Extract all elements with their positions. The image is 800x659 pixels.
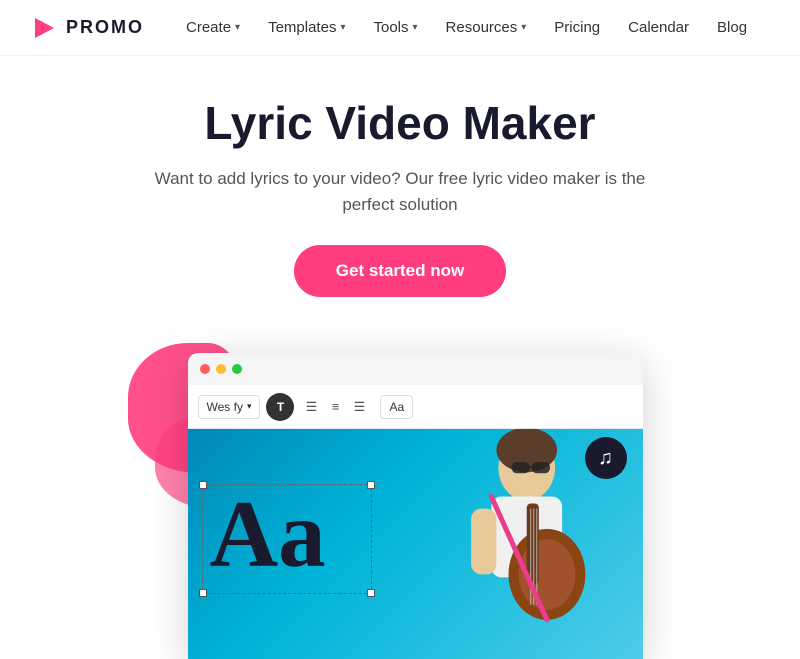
- browser-bar: [188, 353, 643, 385]
- browser-window: Wes fy ▾ T ☰ ≡ ☰ Aa: [188, 353, 643, 659]
- page-title: Lyric Video Maker: [204, 96, 595, 150]
- font-selector[interactable]: Wes fy ▾: [198, 395, 261, 419]
- browser-dot-minimize: [216, 364, 226, 374]
- chevron-down-icon: ▾: [340, 22, 345, 33]
- nav-item-calendar[interactable]: Calendar: [616, 13, 701, 42]
- nav-item-pricing[interactable]: Pricing: [542, 13, 612, 42]
- align-center-button[interactable]: ≡: [324, 396, 346, 418]
- nav-menu: Create ▾ Templates ▾ Tools ▾ Resources ▾…: [174, 13, 759, 42]
- chevron-down-icon: ▾: [235, 22, 240, 33]
- selection-handle-bl: [199, 589, 207, 597]
- selection-handle-tl: [199, 481, 207, 489]
- browser-dot-maximize: [232, 364, 242, 374]
- align-left-button[interactable]: ☰: [300, 396, 322, 418]
- chevron-down-icon: ▾: [413, 22, 418, 33]
- music-icon-button[interactable]: ♫: [585, 437, 627, 479]
- navbar: PROMO Create ▾ Templates ▾ Tools ▾ Resou…: [0, 0, 800, 56]
- align-buttons: ☰ ≡ ☰: [300, 396, 370, 418]
- nav-item-create[interactable]: Create ▾: [174, 13, 252, 42]
- logo[interactable]: PROMO: [30, 14, 144, 42]
- hero-section: Lyric Video Maker Want to add lyrics to …: [0, 56, 800, 353]
- chevron-down-icon: ▾: [521, 22, 526, 33]
- preview-container: Wes fy ▾ T ☰ ≡ ☰ Aa: [0, 353, 800, 659]
- editor-toolbar: Wes fy ▾ T ☰ ≡ ☰ Aa: [188, 385, 643, 429]
- editor-canvas: Aa ♫: [188, 429, 643, 659]
- selection-handle-br: [367, 589, 375, 597]
- text-selection-box: [202, 484, 372, 594]
- align-right-button[interactable]: ☰: [348, 396, 370, 418]
- nav-item-resources[interactable]: Resources ▾: [434, 13, 539, 42]
- nav-item-blog[interactable]: Blog: [705, 13, 759, 42]
- music-note-icon: ♫: [598, 447, 613, 470]
- logo-icon: [30, 14, 58, 42]
- get-started-button[interactable]: Get started now: [294, 245, 506, 297]
- nav-item-templates[interactable]: Templates ▾: [256, 13, 357, 42]
- nav-item-tools[interactable]: Tools ▾: [361, 13, 429, 42]
- text-size-button[interactable]: Aa: [380, 395, 413, 419]
- font-dropdown-icon: ▾: [247, 401, 252, 412]
- hero-subtitle: Want to add lyrics to your video? Our fr…: [150, 166, 650, 217]
- logo-text: PROMO: [66, 17, 144, 38]
- text-color-button[interactable]: T: [266, 393, 294, 421]
- browser-dot-close: [200, 364, 210, 374]
- selection-handle-tr: [367, 481, 375, 489]
